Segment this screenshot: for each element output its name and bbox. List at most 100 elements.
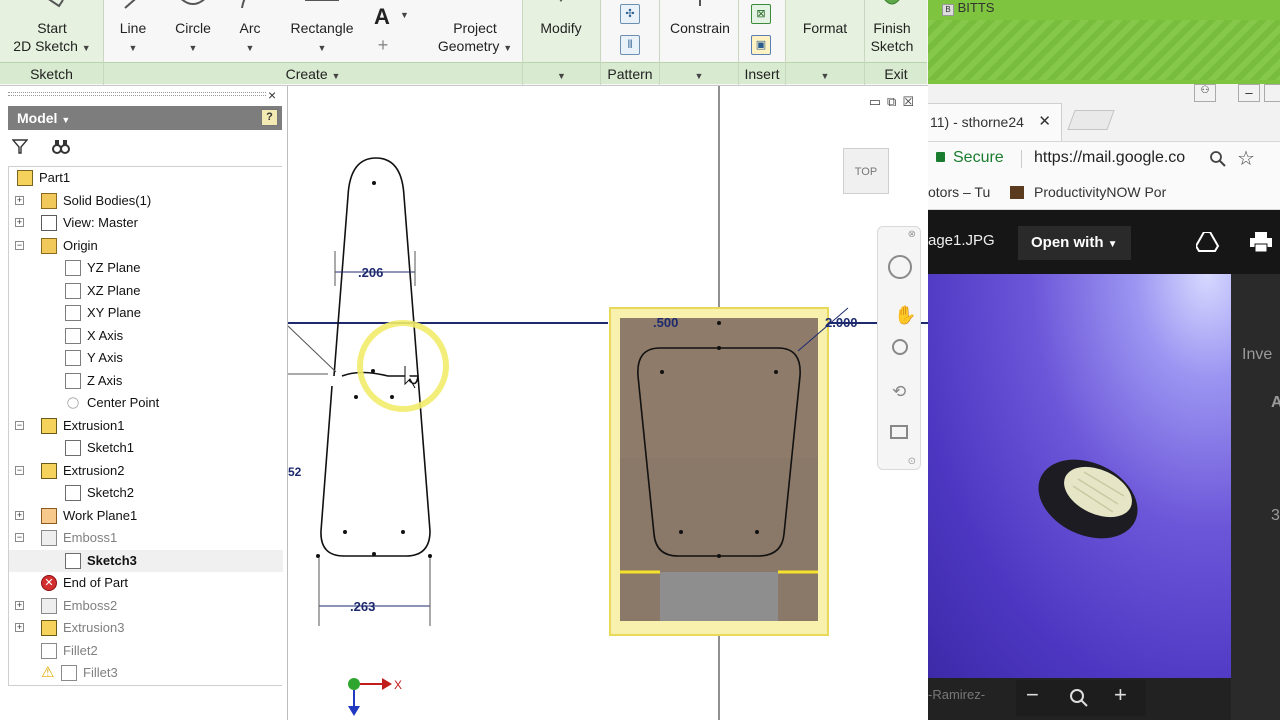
new-tab-button[interactable]: [1067, 110, 1115, 130]
triad-origin-icon: [348, 678, 360, 690]
search-icon[interactable]: [1210, 151, 1226, 167]
tree-item[interactable]: XY Plane: [9, 302, 283, 324]
pan-hand-icon[interactable]: ✋: [894, 305, 916, 326]
panel-constrain[interactable]: ▼: [660, 62, 738, 84]
ribbon-separator: [864, 0, 865, 86]
rectangular-pattern-button[interactable]: ✣: [620, 4, 640, 24]
tree-item[interactable]: + Emboss2: [9, 595, 283, 617]
collapse-icon[interactable]: −: [15, 465, 24, 475]
circle-button[interactable]: Circle ▼: [168, 0, 218, 62]
help-icon[interactable]: ?: [261, 109, 278, 126]
collapse-icon[interactable]: −: [15, 420, 24, 430]
tree-item[interactable]: Center Point: [9, 392, 283, 414]
panel-modify[interactable]: ▼: [523, 62, 600, 84]
project-geometry-button[interactable]: Project Geometry ▼: [430, 0, 520, 62]
tree-item[interactable]: ✕ End of Part: [9, 572, 283, 594]
zoom-out-icon[interactable]: −: [1026, 682, 1039, 708]
format-button[interactable]: Format: [792, 0, 858, 62]
expand-icon[interactable]: +: [15, 623, 24, 632]
tree-item[interactable]: ⚠ Fillet3: [9, 662, 283, 684]
graphics-window[interactable]: .206 .263 52 .500 2.000 X ▭⧉☒ TOP ⊗ ✋ ⟲ …: [288, 86, 928, 720]
tree-item[interactable]: Sketch1: [9, 437, 283, 459]
tree-item[interactable]: Y Axis: [9, 347, 283, 369]
filter-icon[interactable]: [12, 139, 28, 154]
tree-item[interactable]: − Origin: [9, 235, 283, 257]
sketch-point: [372, 181, 376, 185]
navbar-options-icon[interactable]: ⊙: [908, 456, 916, 467]
collapse-icon[interactable]: −: [15, 533, 24, 542]
tree-item[interactable]: + Extrusion3: [9, 617, 283, 639]
zoom-magnifier-icon[interactable]: [1070, 689, 1088, 707]
close-icon[interactable]: ☒: [902, 94, 920, 109]
bookmark-item[interactable]: otors – Tu: [928, 184, 990, 200]
tree-item[interactable]: YZ Plane: [9, 257, 283, 279]
address-divider: [1021, 150, 1022, 168]
tree-item[interactable]: − Extrusion2: [9, 460, 283, 482]
restore-icon[interactable]: ⧉: [887, 94, 902, 109]
tree-item[interactable]: − Extrusion1: [9, 415, 283, 437]
panel-create[interactable]: Create ▼: [104, 62, 522, 84]
tree-item-label: Extrusion1: [63, 417, 125, 433]
expand-icon[interactable]: +: [15, 510, 24, 520]
navbar-close-icon[interactable]: ⊗: [908, 229, 916, 240]
emboss-icon: [41, 530, 57, 546]
model-browser-title[interactable]: Model ▼ ?: [8, 106, 282, 130]
expand-icon[interactable]: +: [15, 195, 24, 205]
text-button[interactable]: A ▼: [368, 4, 412, 30]
browser-close-icon[interactable]: ×: [268, 87, 276, 103]
look-at-icon[interactable]: [890, 425, 908, 439]
collapse-icon[interactable]: −: [15, 240, 24, 250]
panel-insert-label: Insert: [744, 66, 780, 82]
rectangle-button[interactable]: Rectangle ▼: [282, 0, 362, 62]
tab-close-icon[interactable]: ✕: [1038, 104, 1051, 140]
browser-tab[interactable]: 11) - sthorne24 ✕: [928, 103, 1062, 141]
insert-image-button[interactable]: ▣: [751, 35, 771, 55]
point-button[interactable]: +: [372, 36, 394, 56]
tree-item[interactable]: + View: Master: [9, 212, 283, 234]
tree-item[interactable]: XZ Plane: [9, 280, 283, 302]
tree-item[interactable]: + Work Plane1: [9, 505, 283, 527]
tree-item[interactable]: − Emboss1: [9, 527, 283, 549]
modify-label: Modify: [540, 20, 582, 36]
line-button[interactable]: Line ▼: [110, 0, 156, 62]
tree-item[interactable]: + Solid Bodies(1): [9, 190, 283, 212]
window-restore-icon[interactable]: [1264, 84, 1280, 102]
tree-item[interactable]: Fillet2: [9, 640, 283, 662]
browser-grip[interactable]: [8, 92, 266, 96]
expand-icon[interactable]: +: [15, 600, 24, 610]
url-text[interactable]: https://mail.google.co: [1034, 149, 1185, 167]
modify-button[interactable]: Modify: [526, 0, 596, 62]
finish-sketch-button[interactable]: Finish Sketch: [862, 0, 922, 62]
profile-icon[interactable]: ⚇: [1194, 84, 1216, 102]
window-minimize-icon[interactable]: –: [1238, 84, 1260, 102]
tree-item[interactable]: Part1: [9, 167, 283, 189]
add-to-drive-icon[interactable]: [1196, 232, 1220, 252]
address-bar[interactable]: Secure https://mail.google.co ☆: [928, 142, 1280, 176]
tree-item[interactable]: Sketch2: [9, 482, 283, 504]
zoom-icon[interactable]: [892, 339, 908, 355]
insert-excel-button[interactable]: ⊠: [751, 4, 771, 24]
arc-button[interactable]: Arc ▼: [230, 0, 270, 62]
print-icon[interactable]: [1250, 232, 1272, 252]
zoom-in-icon[interactable]: +: [1114, 682, 1127, 708]
sketch-canvas[interactable]: .206 .263 52 .500 2.000 X: [288, 86, 928, 720]
minimize-icon[interactable]: ▭: [869, 94, 887, 109]
steering-wheel-icon[interactable]: [888, 255, 912, 279]
secure-indicator[interactable]: Secure: [936, 149, 1004, 167]
bookmark-star-icon[interactable]: ☆: [1237, 146, 1255, 171]
bookmark-item[interactable]: ProductivityNOW Por: [1034, 184, 1166, 200]
expand-icon[interactable]: +: [15, 218, 24, 227]
tree-item[interactable]: Sketch3: [9, 549, 283, 572]
panel-format[interactable]: ▼: [786, 62, 864, 84]
viewcube[interactable]: TOP: [843, 148, 889, 194]
image-icon: ▣: [755, 39, 767, 51]
tree-item[interactable]: Z Axis: [9, 370, 283, 392]
start-2d-sketch-button[interactable]: Start 2D Sketch ▼: [6, 0, 98, 62]
tree-item[interactable]: X Axis: [9, 325, 283, 347]
mirror-button[interactable]: ⫴: [620, 35, 640, 55]
preview-photo[interactable]: [928, 274, 1231, 678]
constrain-button[interactable]: Constrain: [664, 0, 736, 62]
orbit-icon[interactable]: ⟲: [892, 382, 906, 402]
find-binoculars-icon[interactable]: [52, 138, 70, 154]
open-with-button[interactable]: Open with ▼: [1018, 226, 1131, 260]
